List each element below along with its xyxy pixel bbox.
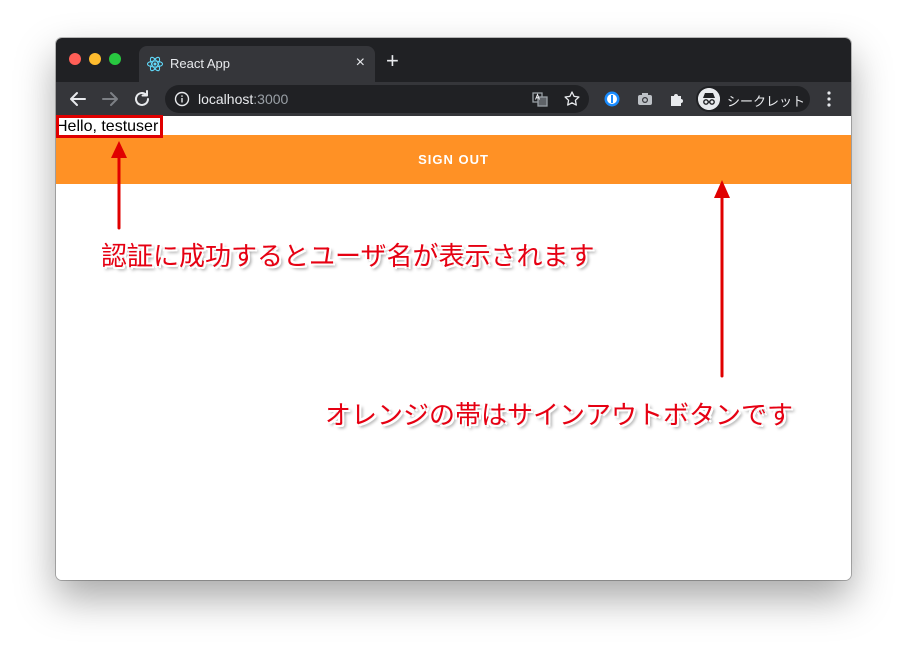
tab-react-app[interactable]: React App × bbox=[139, 46, 375, 82]
sign-out-button[interactable]: SIGN OUT bbox=[56, 135, 851, 184]
tab-title: React App bbox=[170, 56, 230, 71]
page-content: Hello, testuser SIGN OUT bbox=[56, 116, 851, 580]
translate-icon[interactable] bbox=[531, 90, 549, 108]
incognito-label: シークレット bbox=[727, 94, 806, 109]
browser-toolbar: localhost:3000 シークレット bbox=[56, 82, 851, 116]
username-annotation: 認証に成功するとユーザ名が表示されます bbox=[101, 241, 595, 271]
puzzle-extensions-icon[interactable] bbox=[668, 90, 686, 108]
close-tab-icon[interactable]: × bbox=[356, 54, 365, 72]
reload-icon[interactable] bbox=[131, 88, 153, 110]
address-bar[interactable]: localhost:3000 bbox=[165, 85, 589, 113]
browser-window: React App × + localhost:3000 シークレット Hell… bbox=[56, 38, 851, 580]
back-arrow-icon[interactable] bbox=[67, 88, 89, 110]
incognito-profile-button[interactable]: シークレット bbox=[696, 86, 810, 112]
react-logo-icon bbox=[146, 56, 164, 72]
url-host: localhost bbox=[198, 91, 254, 107]
info-icon[interactable] bbox=[174, 91, 190, 107]
menu-dots-icon[interactable] bbox=[822, 90, 836, 108]
url-text: localhost:3000 bbox=[198, 91, 288, 107]
button-annotation: オレンジの帯はサインアウトボタンです bbox=[325, 400, 794, 430]
title-bar: React App × + bbox=[56, 38, 851, 82]
incognito-icon bbox=[698, 88, 720, 110]
url-port: :3000 bbox=[253, 91, 289, 107]
camera-extension-icon[interactable] bbox=[636, 90, 654, 108]
close-window-button[interactable] bbox=[69, 53, 81, 65]
minimize-window-button[interactable] bbox=[89, 53, 101, 65]
zoom-window-button[interactable] bbox=[109, 53, 121, 65]
star-icon[interactable] bbox=[563, 90, 581, 108]
forward-arrow-icon[interactable] bbox=[99, 88, 121, 110]
username-highlight-box bbox=[56, 115, 163, 138]
password-extension-icon[interactable] bbox=[603, 90, 621, 108]
new-tab-button[interactable]: + bbox=[386, 50, 399, 72]
